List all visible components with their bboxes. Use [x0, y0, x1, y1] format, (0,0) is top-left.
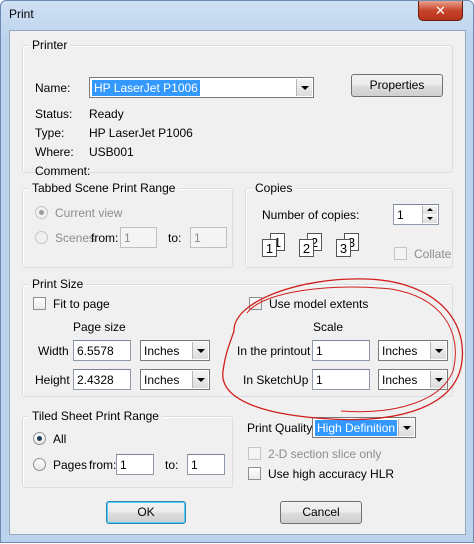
print-dialog: Print ✕ Printer Name: HP LaserJet P1006 … [0, 0, 474, 543]
annotation-stroke [246, 286, 456, 413]
annotation-ellipse [222, 278, 464, 421]
